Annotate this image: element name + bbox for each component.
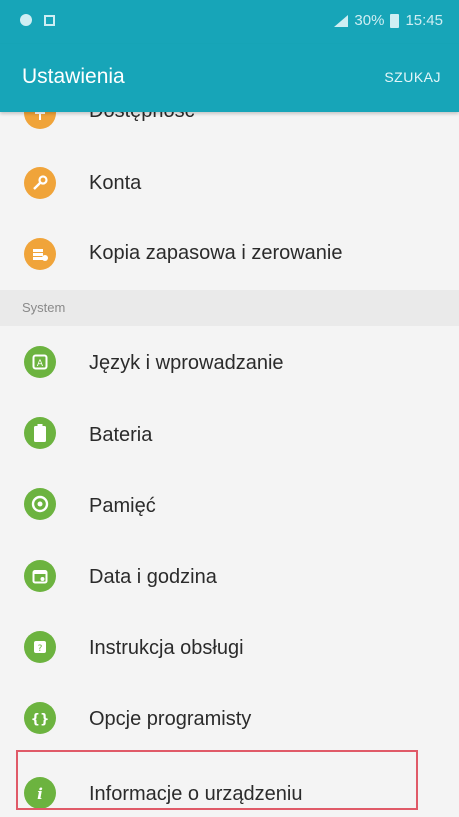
list-item-label: Kopia zapasowa i zerowanie (89, 242, 343, 264)
list-item-label: Dostępność (89, 112, 195, 123)
list-item-device-info[interactable]: i Informacje o urządzeniu (0, 758, 459, 817)
signal-icon (334, 14, 349, 27)
list-item-label: Data i godzina (89, 566, 217, 588)
svg-text:i: i (37, 785, 43, 802)
section-header-system: System (0, 290, 459, 326)
battery-percent: 30% (354, 12, 385, 29)
search-button[interactable]: SZUKAJ (384, 69, 441, 85)
accessibility-icon (24, 112, 56, 129)
settings-list: Dostępność Konta Kopia zapasowa i zerowa… (0, 112, 459, 817)
list-item-developer-options[interactable]: {} Opcje programisty (0, 684, 459, 754)
notification-dot-icon (20, 14, 32, 26)
status-time: 15:45 (405, 12, 443, 29)
page-title: Ustawienia (22, 65, 125, 88)
list-item-language[interactable]: A Język i wprowadzanie (0, 328, 459, 398)
backup-icon (24, 238, 56, 270)
status-bar: 30% 15:45 (0, 0, 459, 44)
list-item-label: Instrukcja obsługi (89, 637, 244, 659)
list-item-label: Bateria (89, 424, 153, 446)
info-icon: i (24, 777, 56, 809)
list-item-date-time[interactable]: Data i godzina (0, 541, 459, 611)
list-item-accessibility[interactable]: Dostępność (0, 112, 459, 148)
list-item-user-manual[interactable]: ? Instrukcja obsługi (0, 612, 459, 682)
storage-icon (24, 488, 56, 520)
list-item-accounts[interactable]: Konta (0, 148, 459, 218)
manual-icon: ? (24, 631, 56, 663)
list-item-label: Język i wprowadzanie (89, 352, 284, 374)
list-item-label: Opcje programisty (89, 708, 252, 730)
section-label: System (22, 300, 66, 315)
gallery-icon (44, 14, 55, 26)
developer-icon: {} (24, 702, 56, 734)
list-item-backup[interactable]: Kopia zapasowa i zerowanie (0, 218, 459, 288)
key-icon (24, 167, 56, 199)
status-right: 30% 15:45 (334, 12, 443, 29)
language-icon: A (24, 346, 56, 378)
list-item-label: Konta (89, 172, 142, 194)
status-left (20, 14, 55, 26)
list-item-battery[interactable]: Bateria (0, 399, 459, 469)
app-bar: Ustawienia SZUKAJ (0, 44, 459, 112)
svg-text:{}: {} (31, 712, 49, 726)
list-item-storage[interactable]: Pamięć (0, 470, 459, 540)
calendar-icon (24, 560, 56, 592)
list-item-label: Pamięć (89, 495, 156, 517)
battery-icon (24, 417, 56, 449)
svg-text:A: A (37, 359, 44, 369)
battery-status-icon (390, 13, 400, 28)
svg-text:?: ? (38, 644, 43, 654)
list-item-label: Informacje o urządzeniu (89, 783, 303, 805)
